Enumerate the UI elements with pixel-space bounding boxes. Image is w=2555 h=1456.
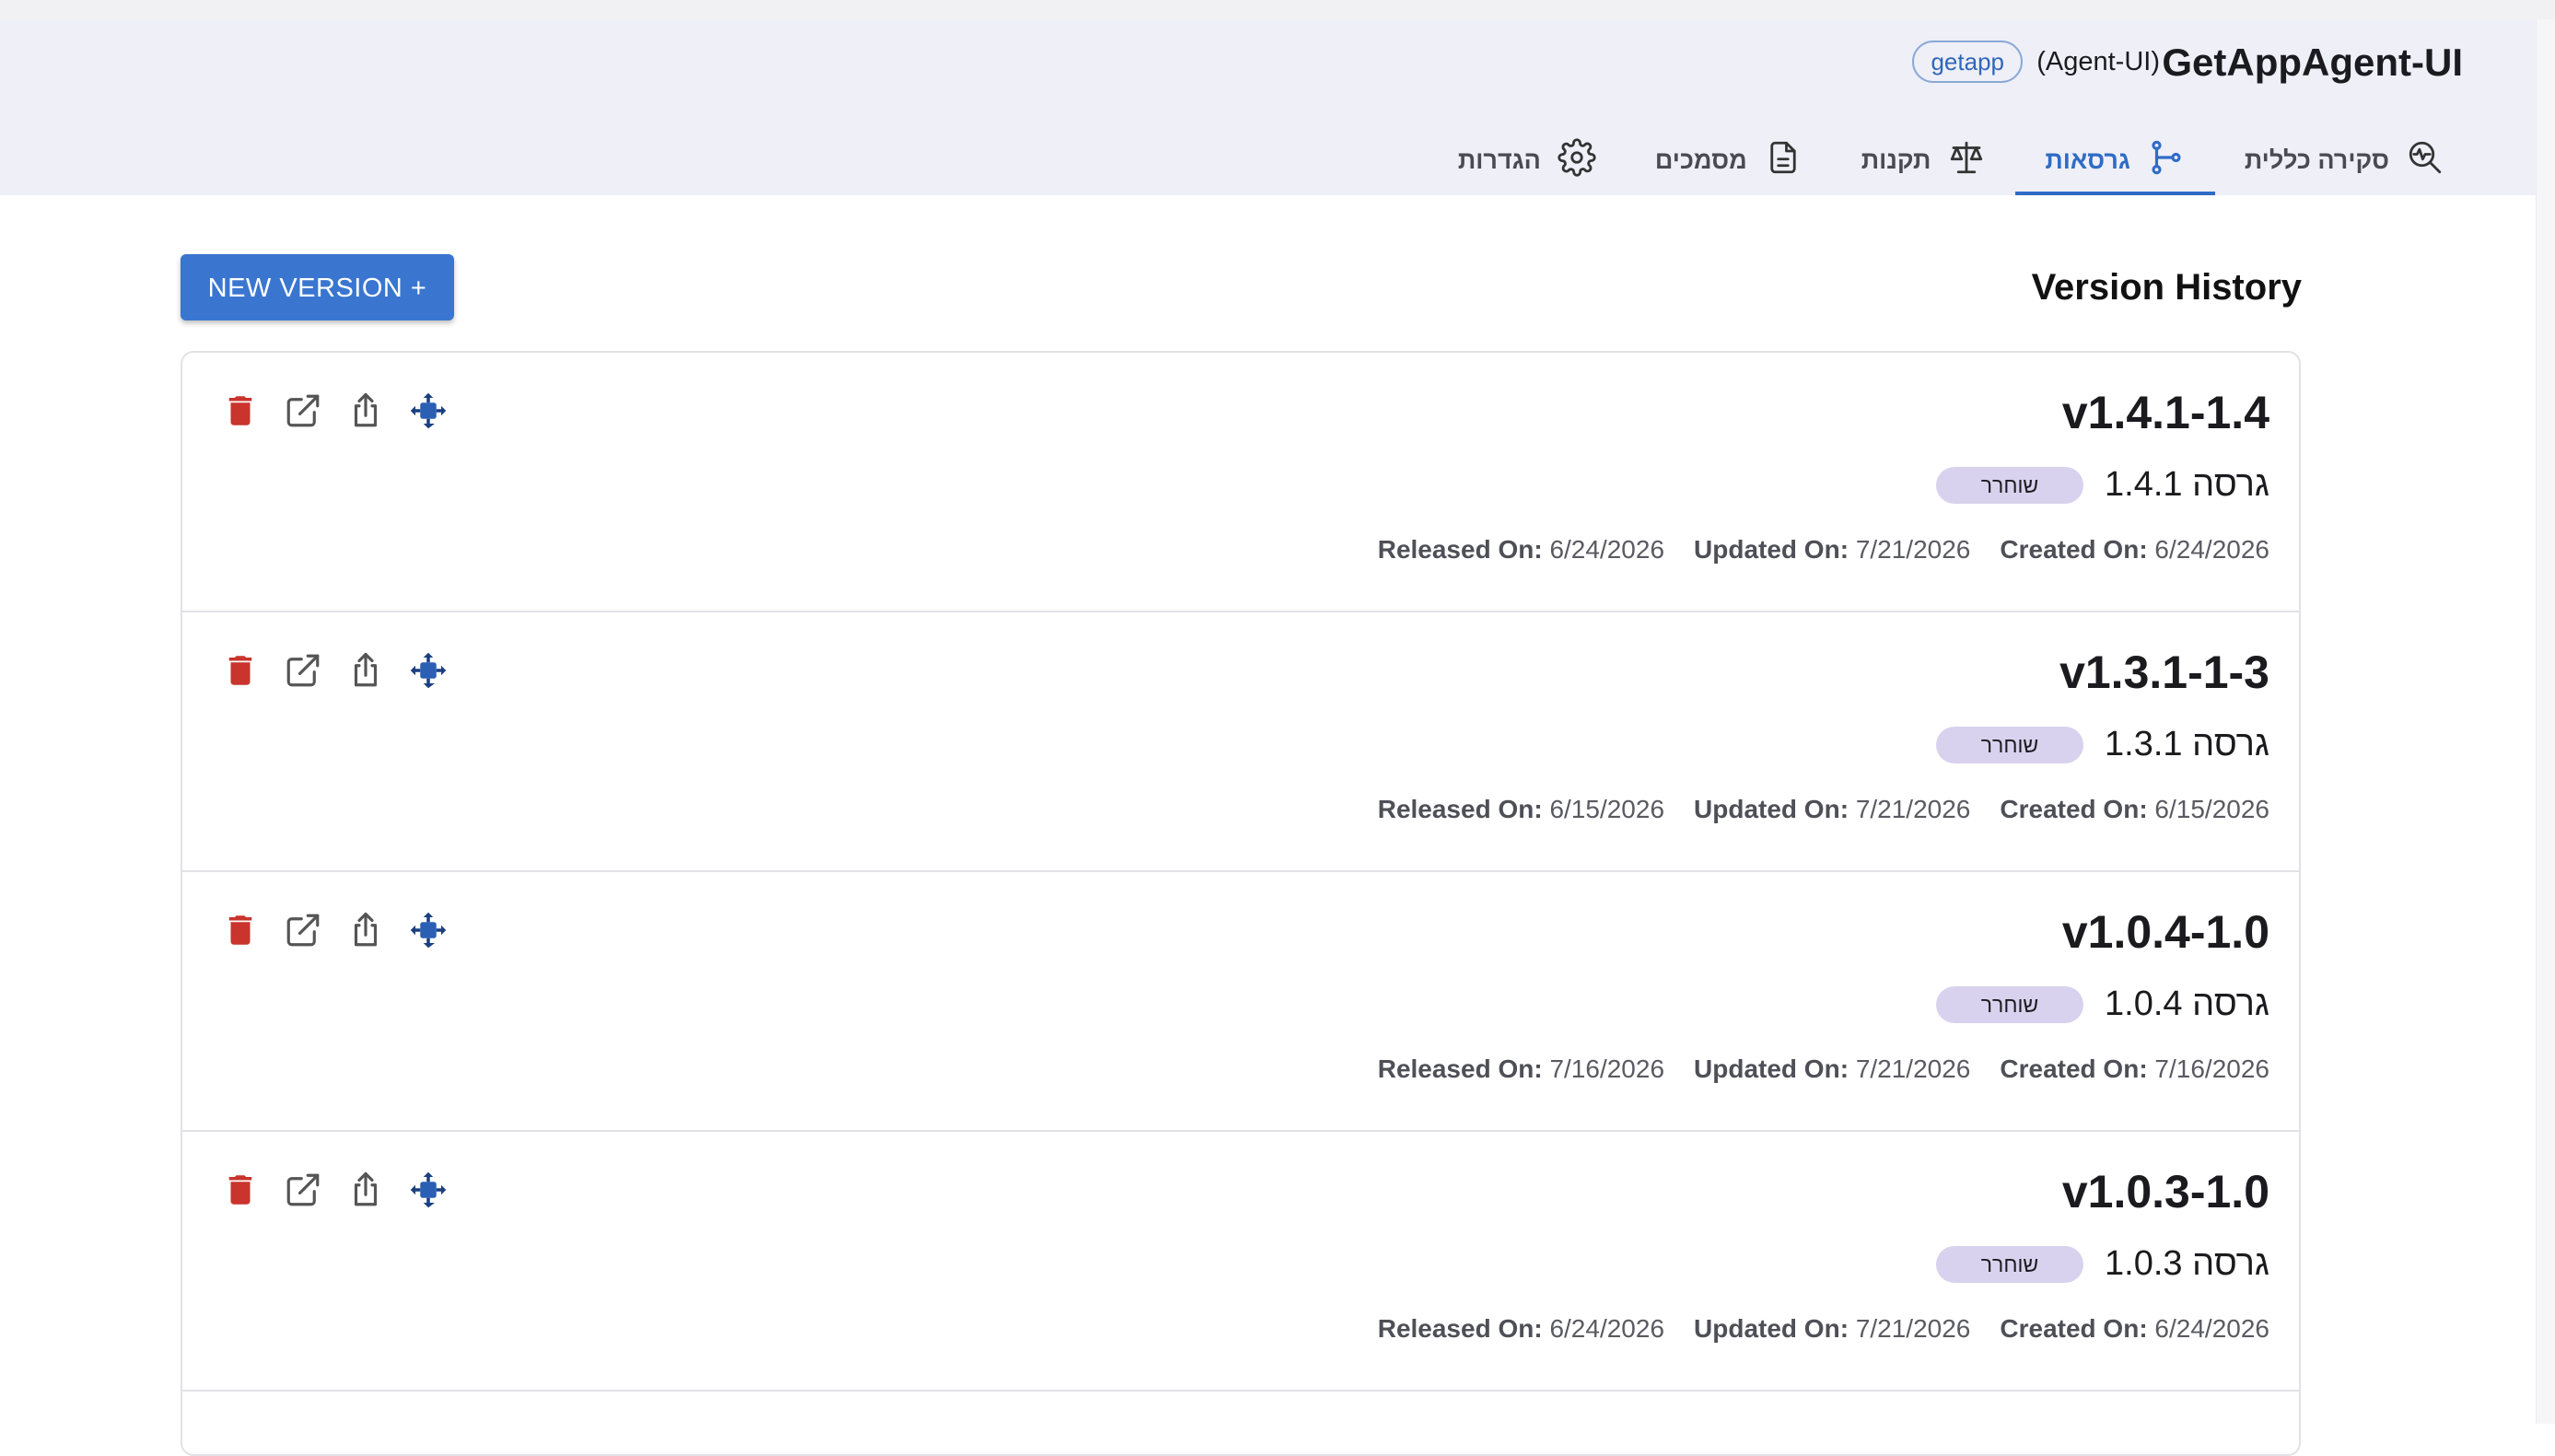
open-external-icon[interactable] <box>284 1171 322 1209</box>
app-subtitle: (Agent-UI) <box>2036 47 2160 76</box>
version-row: v1.0.3-1.0 גרסה 1.0.3 שוחרר Created On: … <box>182 1132 2299 1392</box>
row-actions <box>221 391 448 430</box>
move-icon[interactable] <box>409 651 448 690</box>
delete-icon[interactable] <box>221 651 260 690</box>
version-dates: Created On: 6/24/2026 Updated On: 7/21/2… <box>1378 535 2269 565</box>
share-icon[interactable] <box>346 911 385 949</box>
version-subtitle: גרסה 1.0.4 <box>2105 984 2269 1023</box>
move-icon[interactable] <box>409 911 448 949</box>
version-name[interactable]: v1.3.1-1-3 <box>2059 646 2269 699</box>
version-dates: Created On: 7/16/2026 Updated On: 7/21/2… <box>1378 1054 2269 1084</box>
share-icon[interactable] <box>346 1171 385 1209</box>
version-subtitle: גרסה 1.4.1 <box>2105 465 2269 504</box>
app-title: GetAppAgent-UI <box>2162 41 2463 84</box>
version-name[interactable]: v1.0.4-1.0 <box>2062 905 2269 959</box>
tab-regulations[interactable]: תקנות <box>1832 125 2016 195</box>
version-row: v1.0.4-1.0 גרסה 1.0.4 שוחרר Created On: … <box>182 872 2299 1132</box>
overview-chart-search-icon <box>2406 138 2444 183</box>
version-subtitle: גרסה 1.3.1 <box>2105 725 2269 763</box>
created-date: Created On: 7/16/2026 <box>2000 1054 2269 1083</box>
version-dates: Created On: 6/24/2026 Updated On: 7/21/2… <box>1378 1314 2269 1344</box>
updated-date: Updated On: 7/21/2026 <box>1694 1314 1971 1343</box>
version-subtitle: גרסה 1.0.3 <box>2105 1244 2269 1283</box>
open-external-icon[interactable] <box>284 911 322 949</box>
tab-overview[interactable]: סקירה כללית <box>2215 125 2474 195</box>
gear-icon <box>1558 137 1596 183</box>
created-date: Created On: 6/24/2026 <box>2000 1314 2269 1343</box>
new-version-button[interactable]: NEW VERSION + <box>181 254 454 320</box>
delete-icon[interactable] <box>221 391 260 430</box>
status-badge: שוחרר <box>1936 986 2083 1023</box>
move-icon[interactable] <box>409 391 448 430</box>
row-actions <box>221 911 448 949</box>
move-icon[interactable] <box>409 1171 448 1209</box>
status-badge: שוחרר <box>1936 467 2083 504</box>
share-icon[interactable] <box>346 651 385 690</box>
scales-icon <box>1947 138 1986 183</box>
tab-label: גרסאות <box>2045 146 2130 174</box>
page-title: Version History <box>2031 267 2302 308</box>
tab-label: סקירה כללית <box>2244 146 2389 174</box>
app-badge: getapp <box>1912 41 2023 83</box>
version-name[interactable]: v1.0.3-1.0 <box>2062 1165 2269 1218</box>
released-date: Released On: 7/16/2026 <box>1377 1054 1665 1083</box>
open-external-icon[interactable] <box>284 651 322 690</box>
updated-date: Updated On: 7/21/2026 <box>1694 795 1971 823</box>
row-actions <box>221 1171 448 1209</box>
row-actions <box>221 651 448 690</box>
top-strip <box>0 0 2555 19</box>
version-name[interactable]: v1.4.1-1.4 <box>2062 386 2269 439</box>
created-date: Created On: 6/24/2026 <box>2000 535 2269 564</box>
tab-label: מסמכים <box>1654 146 1747 174</box>
updated-date: Updated On: 7/21/2026 <box>1694 1054 1971 1083</box>
tab-label: הגדרות <box>1457 146 1541 174</box>
tab-label: תקנות <box>1861 146 1931 174</box>
tab-documents[interactable]: מסמכים <box>1626 125 1832 195</box>
version-row: v1.3.1-1-3 גרסה 1.3.1 שוחרר Created On: … <box>182 612 2299 872</box>
created-date: Created On: 6/15/2026 <box>2000 795 2269 823</box>
open-external-icon[interactable] <box>284 391 322 430</box>
updated-date: Updated On: 7/21/2026 <box>1694 535 1971 564</box>
released-date: Released On: 6/24/2026 <box>1377 1314 1665 1343</box>
delete-icon[interactable] <box>221 1171 260 1209</box>
status-badge: שוחרר <box>1936 727 2083 763</box>
tab-versions[interactable]: גרסאות <box>2015 125 2216 195</box>
released-date: Released On: 6/24/2026 <box>1377 535 1665 564</box>
status-badge: שוחרר <box>1936 1246 2083 1283</box>
version-dates: Created On: 6/15/2026 Updated On: 7/21/2… <box>1378 795 2269 824</box>
share-icon[interactable] <box>346 391 385 430</box>
tab-bar: סקירה כללית גרסאות תקנות מסמכים הגדרות <box>1429 125 2474 195</box>
released-date: Released On: 6/15/2026 <box>1377 795 1665 823</box>
branch-icon <box>2147 138 2186 183</box>
version-row: v1.4.1-1.4 גרסה 1.4.1 שוחרר Created On: … <box>182 353 2299 612</box>
document-icon <box>1764 138 1802 183</box>
version-list: v1.4.1-1.4 גרסה 1.4.1 שוחרר Created On: … <box>181 351 2301 1456</box>
tab-settings[interactable]: הגדרות <box>1429 125 1626 195</box>
scrollbar[interactable] <box>2536 19 2555 1424</box>
delete-icon[interactable] <box>221 911 260 949</box>
